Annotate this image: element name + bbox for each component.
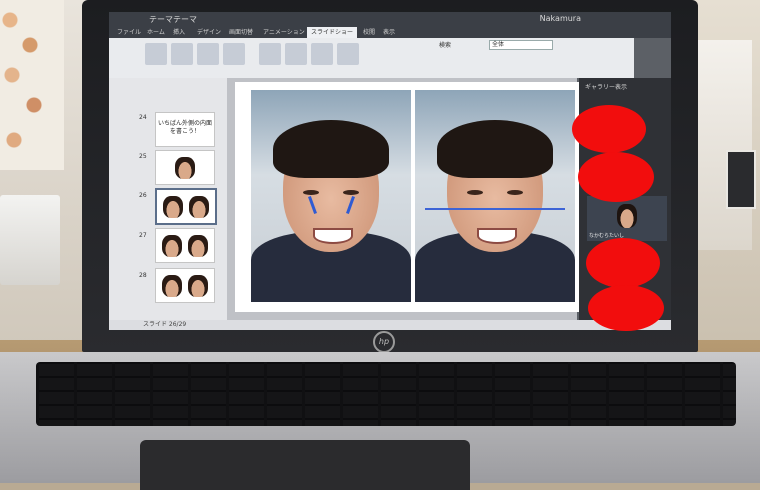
ribbon-button-record[interactable]: [337, 43, 359, 65]
ribbon-tabs: ファイル ホーム 挿入 デザイン 画面切替 アニメーション スライドショー 校閲…: [109, 26, 671, 38]
tab-view[interactable]: 表示: [379, 27, 399, 38]
window-titlebar: テーマテーマ Nakamura: [109, 12, 671, 26]
tab-file[interactable]: ファイル: [113, 27, 145, 38]
redaction-blob: [578, 152, 654, 202]
find-dropdown[interactable]: 全体: [489, 40, 553, 50]
tab-transition[interactable]: 画面切替: [225, 27, 257, 38]
thumbnail-face: [188, 235, 208, 257]
window-title: テーマテーマ: [149, 15, 197, 24]
printer: [0, 195, 60, 285]
slide-editor: [227, 78, 580, 320]
redaction-blob: [588, 285, 664, 331]
photo-smile: [477, 228, 517, 244]
slide-thumbnail-text: いちばん外側の内面を書こう！: [157, 120, 212, 135]
ribbon-button-setup[interactable]: [259, 43, 281, 65]
thumbnail-face: [162, 235, 182, 257]
slide-thumbnail-25[interactable]: [155, 150, 215, 185]
photo-hair: [273, 120, 389, 178]
tab-home[interactable]: ホーム: [143, 27, 169, 38]
sticker-wall: [0, 0, 64, 170]
photo-hair: [437, 120, 553, 178]
find-label: 検索: [439, 42, 452, 49]
ribbon-button-online[interactable]: [197, 43, 219, 65]
keyboard[interactable]: [36, 362, 736, 426]
slide-number: 28: [139, 272, 147, 279]
tab-insert[interactable]: 挿入: [169, 27, 189, 38]
meeting-pane-title: ギャラリー表示: [585, 84, 628, 91]
photo-smile: [313, 228, 353, 244]
blue-marker-line: [425, 208, 565, 210]
slide-thumbnail-26[interactable]: [155, 188, 217, 225]
thumbnail-face: [162, 275, 182, 297]
ribbon-button-custom[interactable]: [223, 43, 245, 65]
photo-eye: [467, 190, 483, 195]
status-bar: スライド 26/29: [109, 320, 671, 330]
thumbnail-face: [188, 275, 208, 297]
photo-eye: [303, 190, 319, 195]
slide-thumbnail-24[interactable]: いちばん外側の内面を書こう！: [155, 112, 215, 147]
ribbon-button-rehearse[interactable]: [311, 43, 333, 65]
photo-eye: [507, 190, 523, 195]
face-photo-right[interactable]: [415, 90, 575, 302]
tab-slideshow[interactable]: スライドショー: [307, 27, 358, 38]
thumbnail-face: [189, 196, 209, 218]
tab-review[interactable]: 校閲: [359, 27, 379, 38]
redaction-blob: [572, 105, 646, 153]
slide-thumbnail-27[interactable]: [155, 228, 215, 263]
current-slide[interactable]: [235, 82, 580, 312]
ribbon-button-start[interactable]: [145, 43, 167, 65]
slide-thumbnail-28[interactable]: [155, 268, 215, 303]
participant-face: [617, 204, 637, 228]
slide-number: 24: [139, 114, 147, 121]
thumbnail-face: [163, 196, 183, 218]
slide-number: 25: [139, 153, 147, 160]
slide-thumbnail-pane: 24 いちばん外側の内面を書こう！ 25 26 27 28: [109, 78, 227, 320]
ribbon-button-current[interactable]: [171, 43, 193, 65]
hp-logo: hp: [373, 331, 395, 353]
ribbon-button-hide[interactable]: [285, 43, 307, 65]
participant-video[interactable]: なかむらたいし: [587, 196, 667, 241]
face-photo-left[interactable]: [251, 90, 411, 302]
slide-number: 26: [139, 192, 147, 199]
redaction-blob: [586, 238, 660, 288]
thumbnail-illustration: [175, 157, 195, 179]
status-text: スライド 26/29: [143, 321, 187, 328]
white-shelf: [697, 40, 752, 250]
background-monitor: [726, 150, 756, 209]
tab-design[interactable]: デザイン: [193, 27, 225, 38]
slide-number: 27: [139, 232, 147, 239]
photo-eye: [343, 190, 359, 195]
ribbon: 検索 全体: [109, 38, 634, 78]
tab-animation[interactable]: アニメーション: [259, 27, 309, 38]
window-user: Nakamura: [539, 14, 581, 23]
